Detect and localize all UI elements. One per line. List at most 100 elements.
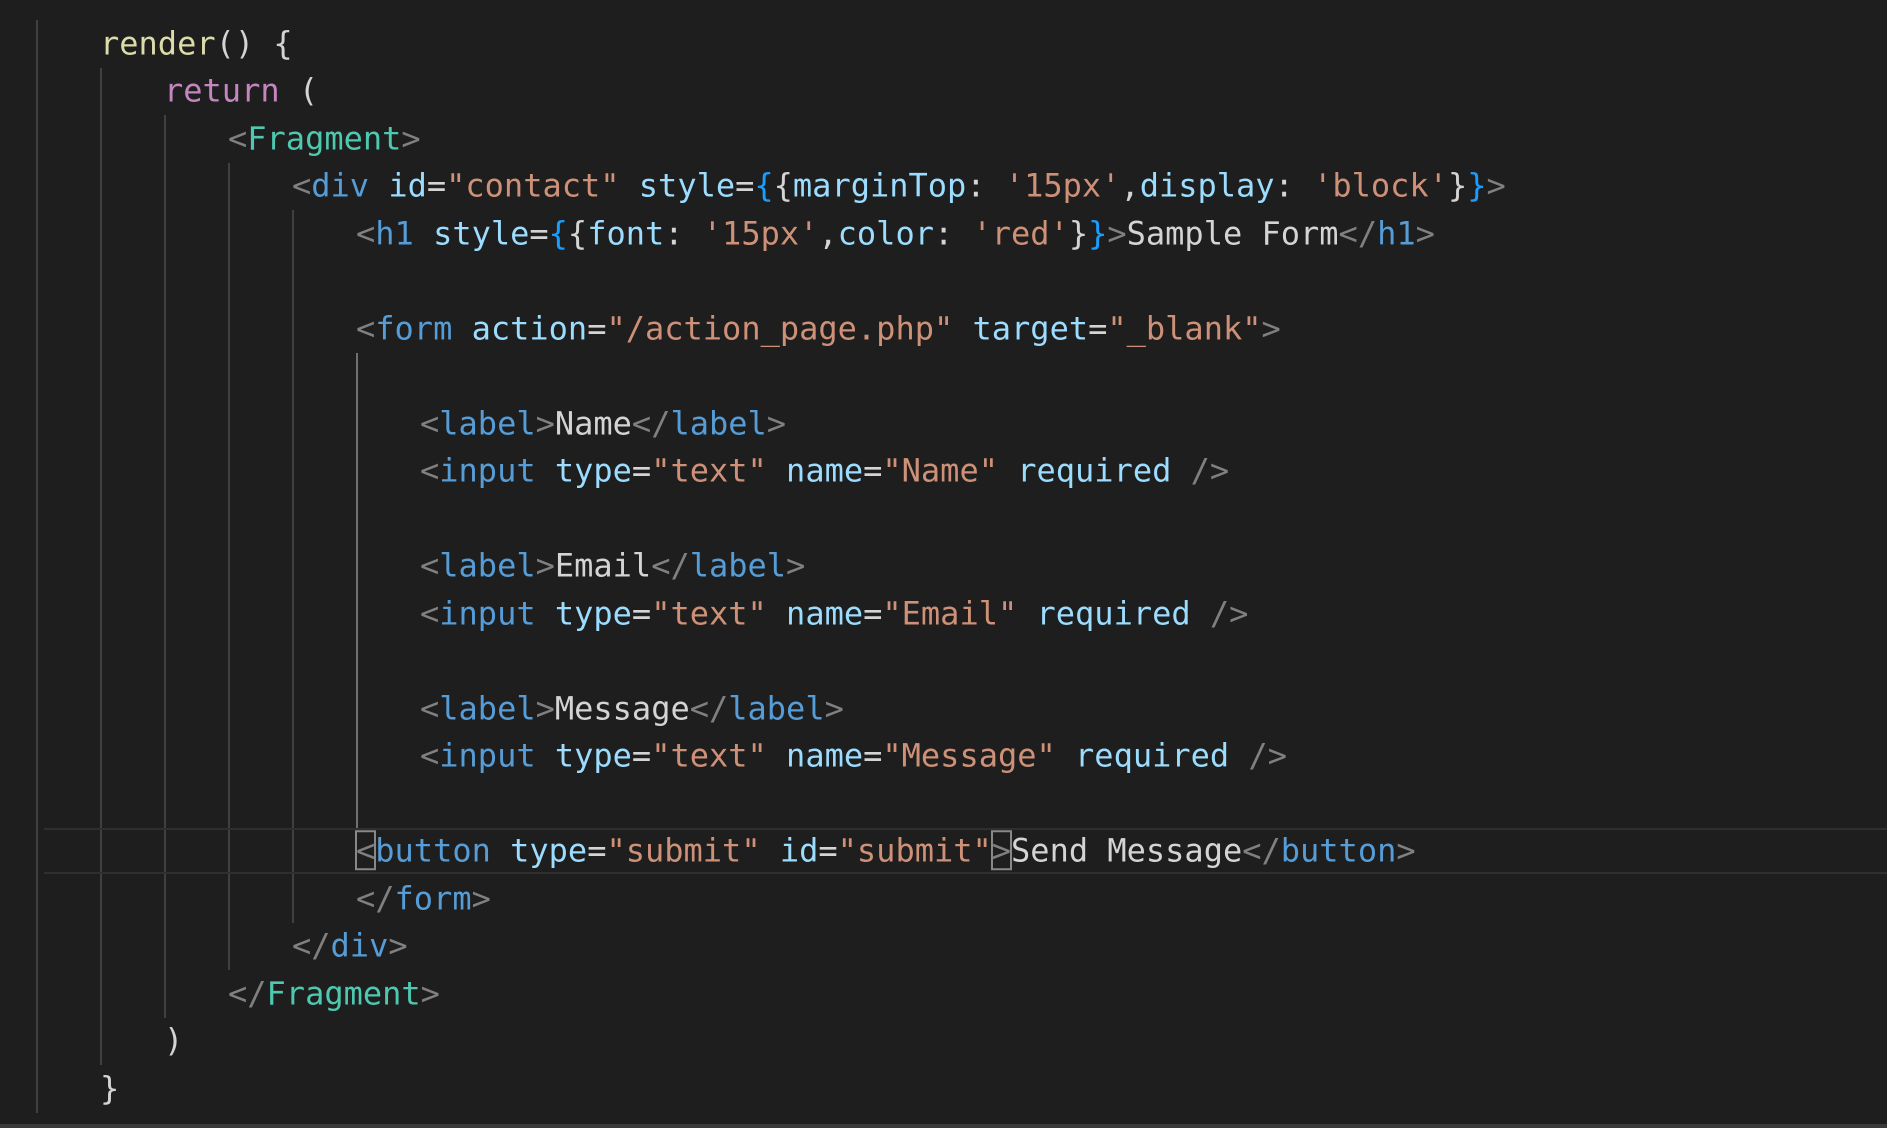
code-token: { [754,166,774,205]
code-token: Send Message [1011,831,1243,870]
code-token: > [535,404,555,442]
indent-guide [356,685,358,733]
code-token: label [728,689,825,727]
code-token: </ [292,926,331,965]
code-text[interactable]: <h1 style={{font: '15px',color: 'red'}}>… [356,210,1435,258]
indent-guide [36,305,38,353]
code-line[interactable]: <label>Email</label> [0,542,1887,591]
code-line[interactable] [0,637,1887,685]
code-line[interactable]: <div id="contact" style={{marginTop: '15… [0,162,1887,211]
indent-guide [36,1065,38,1113]
code-token: > [1415,214,1435,252]
code-token: </ [689,689,729,727]
code-token: = [863,451,883,490]
code-token: , [818,214,838,252]
code-token: input [439,736,536,775]
code-editor[interactable]: render() {return (<Fragment> <div id="con… [0,0,1887,1128]
indent-guide [100,780,102,828]
code-text[interactable]: <Fragment> [228,115,421,163]
code-line[interactable]: <label>Name</label> [0,400,1887,448]
indent-guide [164,685,166,733]
code-token: '15px' [1004,166,1121,205]
code-token: /> [1209,594,1249,632]
indent-guide [164,732,166,780]
code-token: > [535,689,555,727]
indent-guide [228,400,230,448]
code-line[interactable]: return ( [0,67,1887,116]
code-line[interactable]: <Fragment> [0,115,1887,163]
code-token: = [587,309,607,347]
indent-guide [36,780,38,828]
code-token: </ [651,546,690,585]
code-text[interactable]: </form> [356,875,491,923]
code-line[interactable]: <h1 style={{font: '15px',color: 'red'}}>… [0,210,1887,258]
code-line[interactable] [0,352,1887,400]
code-line[interactable]: <form action="/action_page.php" target="… [0,305,1887,353]
code-token: < [420,736,440,775]
code-line[interactable] [0,780,1887,828]
code-line[interactable]: render() { [0,20,1887,68]
code-token: = [529,214,549,252]
indent-guide [228,542,230,590]
code-token: { [567,214,588,252]
code-text[interactable]: <label>Name</label> [420,400,786,448]
indent-guide [164,637,166,685]
code-line[interactable] [0,495,1887,543]
indent-guide [292,590,294,638]
code-line[interactable] [0,257,1887,305]
indent-guide [100,257,102,305]
code-text[interactable]: ) [164,1018,183,1066]
code-text[interactable]: </div> [292,923,408,971]
code-line[interactable]: <button type="submit" id="submit">Send M… [0,827,1887,876]
indent-guide [36,637,38,685]
code-text[interactable]: <label>Message</label> [420,685,844,733]
code-token: } [1088,214,1108,252]
code-text[interactable]: <input type="text" name="Message" requir… [420,733,1287,781]
code-token: form [375,309,453,347]
indent-guide [228,875,230,923]
code-line[interactable]: <input type="text" name="Message" requir… [0,732,1887,781]
code-token: target [972,309,1089,347]
indent-guide [356,732,358,780]
code-token: > [766,404,787,442]
code-text[interactable]: <form action="/action_page.php" target="… [356,305,1281,353]
code-text[interactable]: <button type="submit" id="submit">Send M… [354,828,1416,876]
indent-guide [228,162,230,210]
code-line[interactable]: <label>Message</label> [0,685,1887,733]
code-line[interactable]: </form> [0,875,1887,923]
code-line[interactable]: <input type="text" name="Name" required … [0,447,1887,496]
code-line[interactable]: </div> [0,922,1887,971]
code-line[interactable]: </Fragment> [0,970,1887,1018]
indent-guide [292,875,294,923]
code-text[interactable]: </Fragment> [228,970,440,1018]
code-line[interactable]: ) [0,1017,1887,1066]
code-text[interactable]: <input type="text" name="Name" required … [420,448,1229,496]
indent-guide [164,970,166,1018]
indent-guide [164,495,166,543]
code-text[interactable]: } [100,1065,119,1113]
code-text[interactable]: <label>Email</label> [420,543,805,591]
code-text[interactable]: <div id="contact" style={{marginTop: '15… [292,163,1506,211]
code-token: < [228,119,248,157]
code-line[interactable]: <input type="text" name="Email" required… [0,590,1887,638]
editor-bottom-border [0,1124,1887,1128]
code-token: style [638,166,736,205]
code-token: "Email" [882,594,1018,632]
code-text[interactable]: return ( [164,68,318,116]
code-token: = [818,831,838,870]
code-token: label [689,546,787,585]
code-token: > [420,974,440,1012]
code-text[interactable]: <input type="text" name="Email" required… [420,590,1248,638]
indent-guide [228,495,230,543]
indent-guide [228,352,230,400]
code-line[interactable]: } [0,1065,1887,1113]
indent-guide [292,495,294,543]
code-token: action [471,309,588,347]
indent-guide [100,1017,102,1065]
code-text[interactable]: render() { [100,20,293,68]
